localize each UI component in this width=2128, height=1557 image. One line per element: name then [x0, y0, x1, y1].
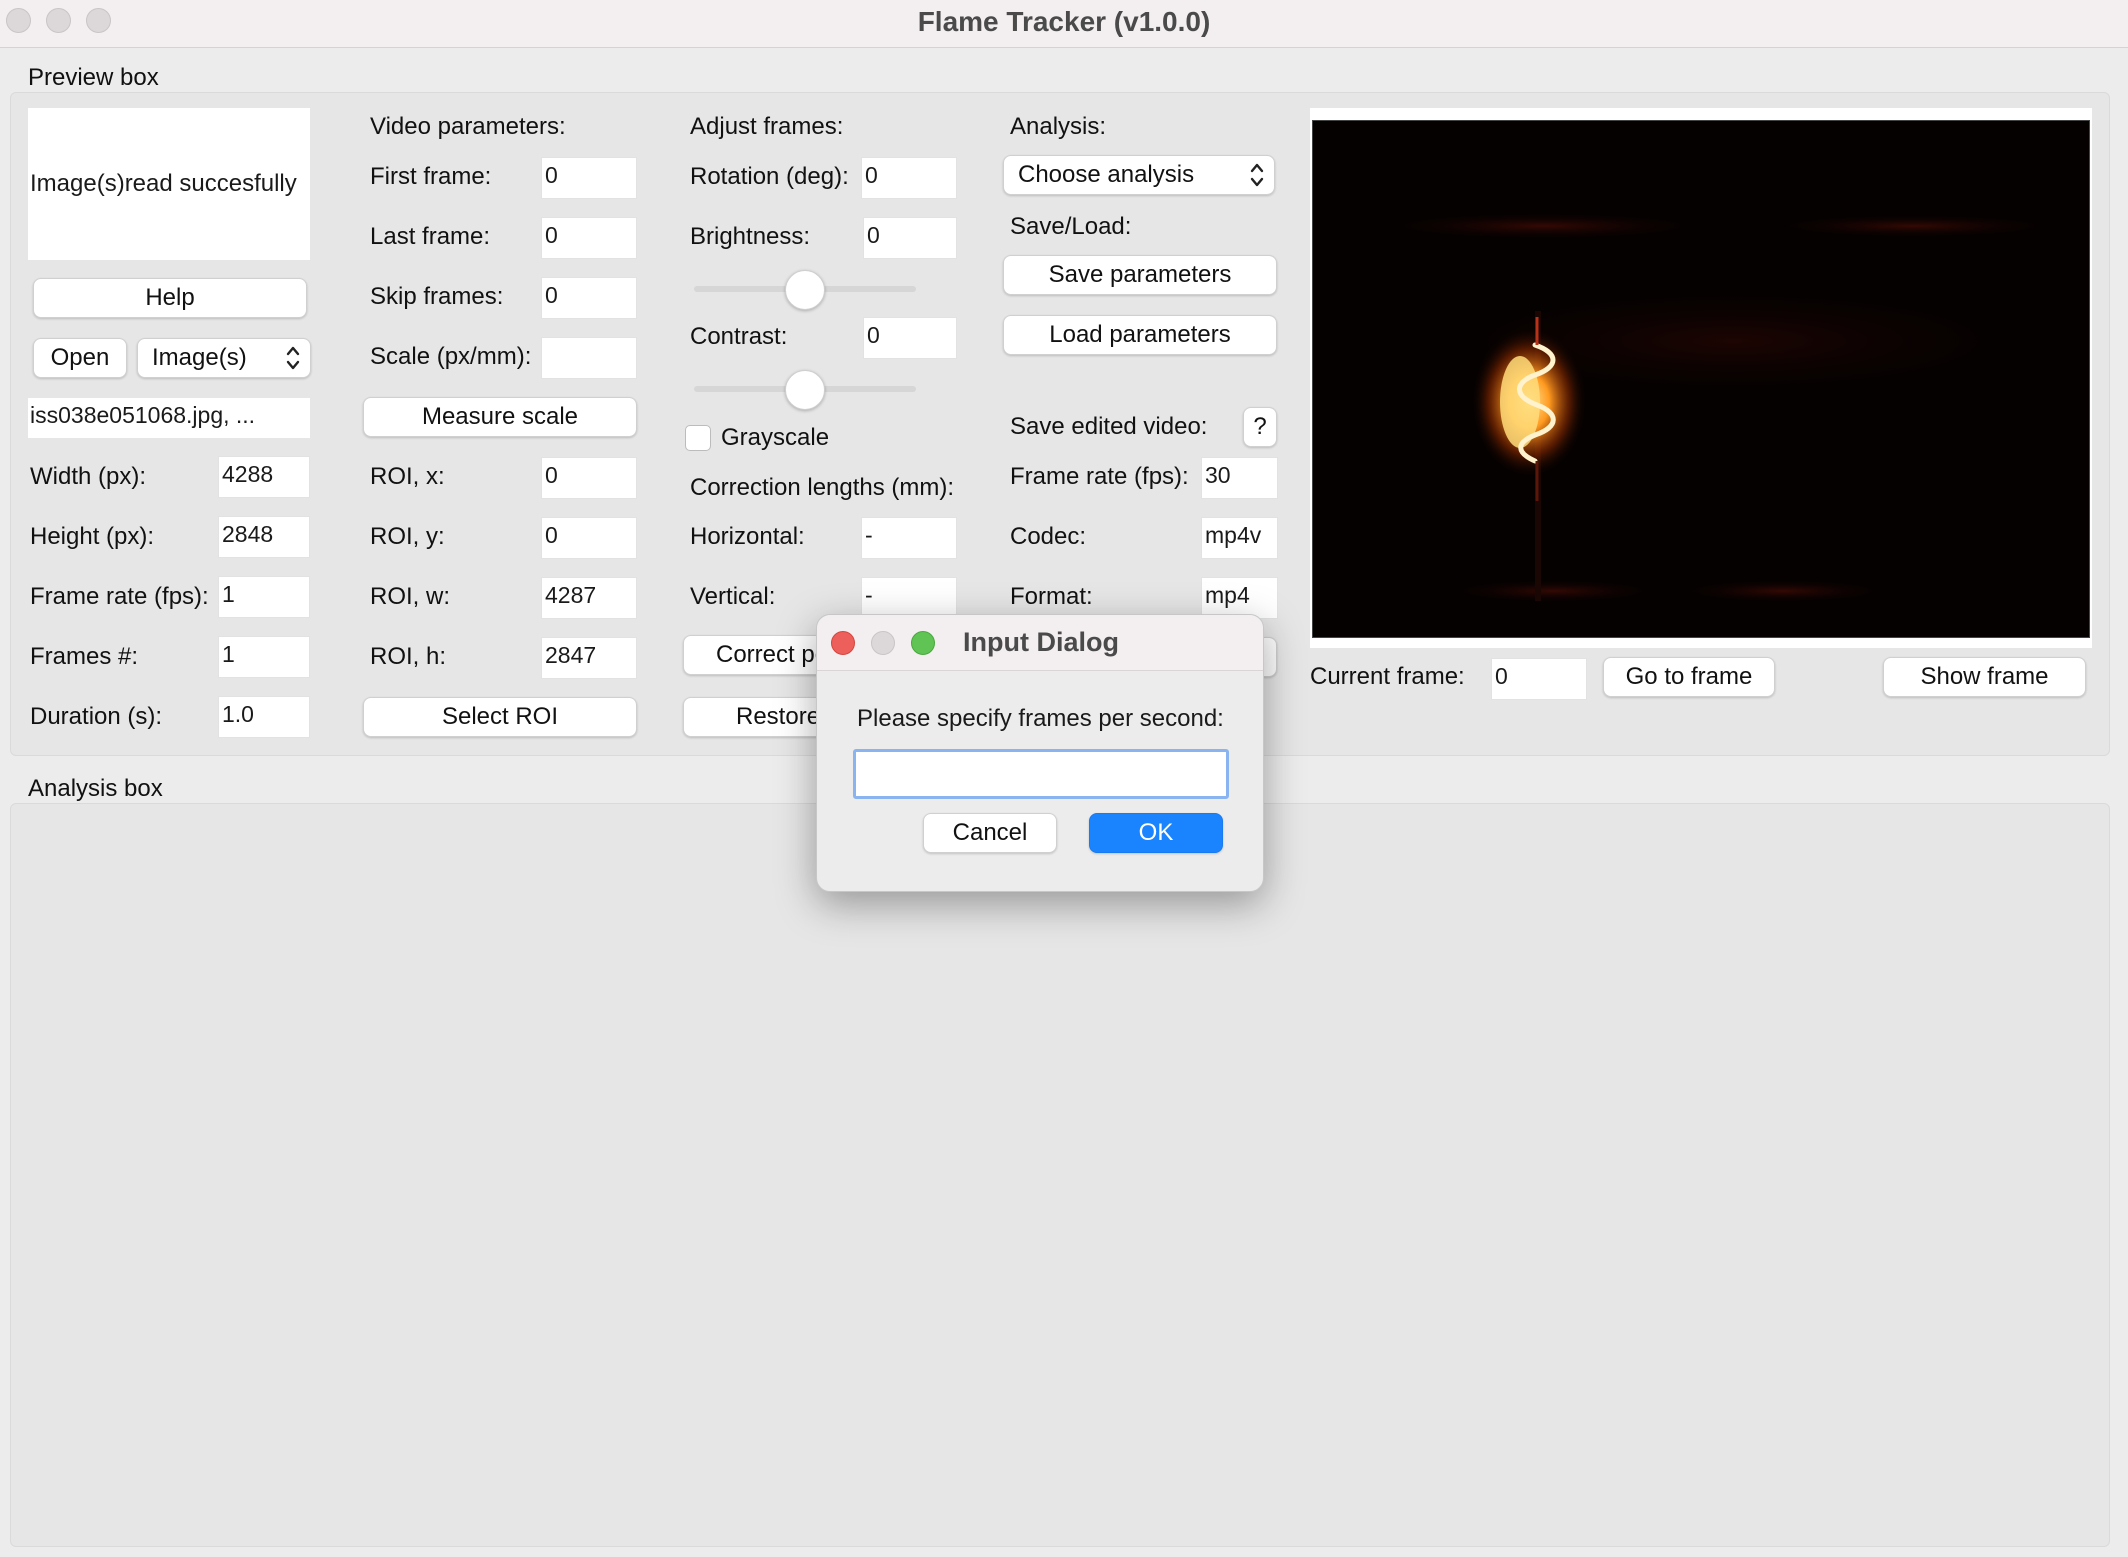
- frames-count-value: 1: [218, 636, 310, 678]
- contrast-label: Contrast:: [690, 323, 788, 350]
- help-button[interactable]: Help: [33, 278, 307, 318]
- height-value: 2848: [218, 516, 310, 558]
- roi-y-input[interactable]: 0: [541, 517, 637, 559]
- open-button[interactable]: Open: [33, 338, 127, 378]
- title-bar: Flame Tracker (v1.0.0): [0, 0, 2128, 48]
- codec-label: Codec:: [1010, 523, 1087, 550]
- cancel-button[interactable]: Cancel: [923, 813, 1057, 853]
- skip-frames-label: Skip frames:: [370, 283, 504, 310]
- correction-lengths-title: Correction lengths (mm):: [690, 474, 955, 501]
- rotation-input[interactable]: 0: [861, 157, 957, 199]
- preview-box-title: Preview box: [28, 64, 159, 91]
- analysis-select[interactable]: Choose analysis: [1003, 155, 1275, 195]
- output-frame-rate-label: Frame rate (fps):: [1010, 463, 1189, 490]
- grayscale-checkbox[interactable]: [685, 425, 711, 451]
- chevron-updown-icon: [1250, 163, 1264, 187]
- source-type-value: Image(s): [152, 344, 247, 371]
- first-frame-input[interactable]: 0: [541, 157, 637, 199]
- dialog-title-bar: Input Dialog: [817, 615, 1263, 671]
- brightness-slider-thumb[interactable]: [785, 270, 825, 310]
- analysis-box: [10, 803, 2110, 1547]
- roi-x-label: ROI, x:: [370, 463, 445, 490]
- chevron-updown-icon: [286, 346, 300, 370]
- select-roi-button[interactable]: Select ROI: [363, 697, 637, 737]
- frame-preview: [1310, 108, 2092, 648]
- frame-rate-label: Frame rate (fps):: [30, 583, 209, 610]
- save-load-title: Save/Load:: [1010, 213, 1132, 240]
- horizontal-input[interactable]: -: [861, 517, 957, 559]
- scale-input[interactable]: [541, 337, 637, 379]
- dialog-prompt: Please specify frames per second:: [857, 705, 1224, 732]
- roi-y-label: ROI, y:: [370, 523, 445, 550]
- file-name-display: iss038e051068.jpg, ...: [28, 398, 310, 438]
- contrast-input[interactable]: 0: [863, 317, 957, 359]
- dialog-close-button[interactable]: [831, 631, 855, 655]
- frame-image: [1312, 120, 2090, 638]
- grayscale-label: Grayscale: [721, 424, 830, 451]
- analysis-title: Analysis:: [1010, 113, 1107, 140]
- width-value: 4288: [218, 456, 310, 498]
- skip-frames-input[interactable]: 0: [541, 277, 637, 319]
- last-frame-input[interactable]: 0: [541, 217, 637, 259]
- input-dialog: Input Dialog Please specify frames per s…: [816, 614, 1264, 892]
- codec-input[interactable]: mp4v: [1201, 517, 1278, 559]
- frames-count-label: Frames #:: [30, 643, 139, 670]
- frame-rate-value: 1: [218, 576, 310, 618]
- contrast-slider-thumb[interactable]: [785, 370, 825, 410]
- dialog-maximize-button[interactable]: [911, 631, 935, 655]
- horizontal-label: Horizontal:: [690, 523, 805, 550]
- flame-image: [1313, 121, 2089, 637]
- rotation-label: Rotation (deg):: [690, 163, 849, 190]
- brightness-label: Brightness:: [690, 223, 811, 250]
- last-frame-label: Last frame:: [370, 223, 491, 250]
- dialog-title: Input Dialog: [963, 627, 1119, 657]
- brightness-input[interactable]: 0: [863, 217, 957, 259]
- roi-h-input[interactable]: 2847: [541, 637, 637, 679]
- current-frame-label: Current frame:: [1310, 663, 1465, 690]
- show-frame-button[interactable]: Show frame: [1883, 657, 2086, 697]
- format-input[interactable]: mp4: [1201, 577, 1278, 619]
- app-title: Flame Tracker (v1.0.0): [917, 6, 1211, 37]
- width-label: Width (px):: [30, 463, 147, 490]
- height-label: Height (px):: [30, 523, 155, 550]
- duration-value: 1.0: [218, 696, 310, 738]
- save-video-help-button[interactable]: ?: [1243, 407, 1277, 447]
- save-edited-video-title: Save edited video:: [1010, 413, 1208, 440]
- analysis-box-title: Analysis box: [28, 775, 163, 802]
- ok-button[interactable]: OK: [1089, 813, 1223, 853]
- save-parameters-button[interactable]: Save parameters: [1003, 255, 1277, 295]
- roi-w-label: ROI, w:: [370, 583, 451, 610]
- vertical-label: Vertical:: [690, 583, 776, 610]
- current-frame-input[interactable]: 0: [1491, 658, 1587, 700]
- vertical-input[interactable]: -: [861, 577, 957, 619]
- scale-label: Scale (px/mm):: [370, 343, 532, 370]
- format-label: Format:: [1010, 583, 1093, 610]
- roi-h-label: ROI, h:: [370, 643, 447, 670]
- status-message: Image(s)read succesfully: [28, 108, 310, 260]
- go-to-frame-button[interactable]: Go to frame: [1603, 657, 1775, 697]
- video-params-title: Video parameters:: [370, 113, 566, 140]
- load-parameters-button[interactable]: Load parameters: [1003, 315, 1277, 355]
- roi-x-input[interactable]: 0: [541, 457, 637, 499]
- dialog-minimize-button[interactable]: [871, 631, 895, 655]
- roi-w-input[interactable]: 4287: [541, 577, 637, 619]
- adjust-frames-title: Adjust frames:: [690, 113, 844, 140]
- output-frame-rate-input[interactable]: 30: [1201, 457, 1278, 499]
- analysis-select-value: Choose analysis: [1018, 161, 1195, 188]
- first-frame-label: First frame:: [370, 163, 492, 190]
- fps-input[interactable]: [853, 749, 1229, 799]
- source-type-select[interactable]: Image(s): [137, 338, 311, 378]
- measure-scale-button[interactable]: Measure scale: [363, 397, 637, 437]
- duration-label: Duration (s):: [30, 703, 163, 730]
